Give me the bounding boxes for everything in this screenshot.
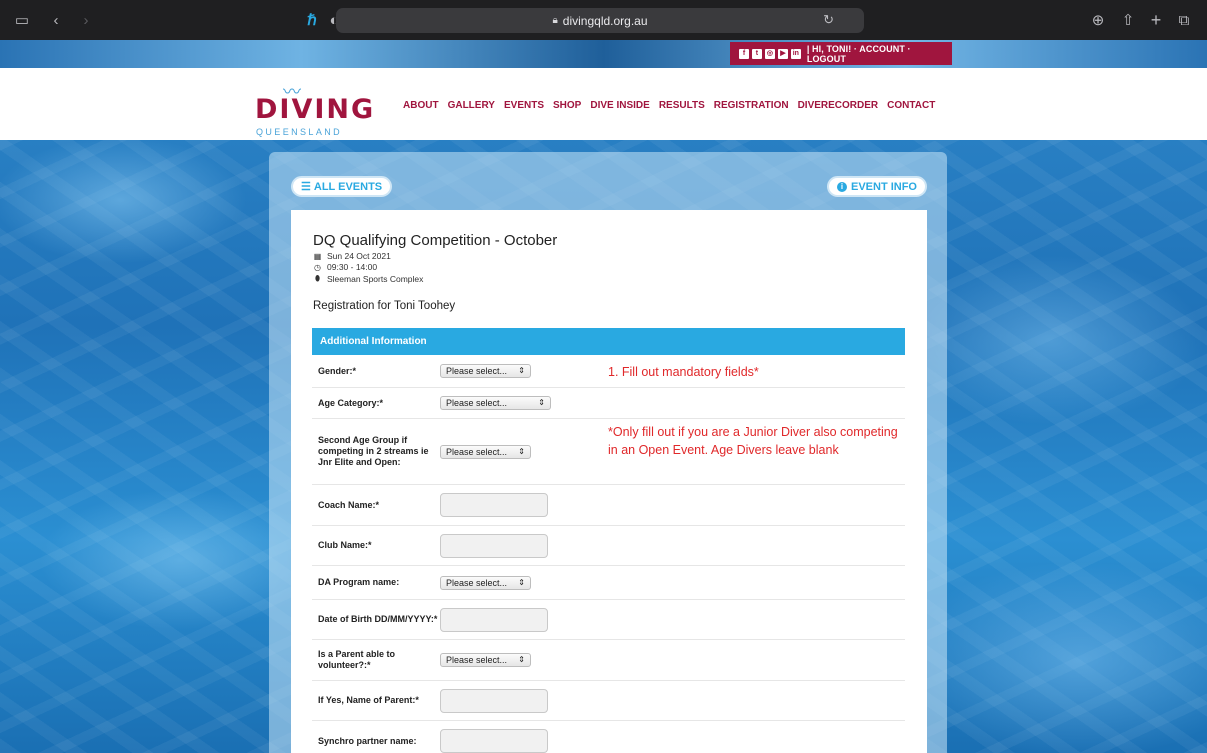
address-text: divingqld.org.au [562, 13, 648, 28]
parent-name-label: If Yes, Name of Parent:* [318, 695, 419, 705]
row-parent-name: If Yes, Name of Parent:* [312, 681, 905, 721]
annotation-mandatory: 1. Fill out mandatory fields* [608, 365, 759, 379]
lock-icon: 🔒︎ [552, 15, 558, 26]
facebook-icon[interactable]: f [739, 48, 749, 59]
extension-icon[interactable]: ℏ [302, 10, 322, 30]
nav-about[interactable]: ABOUT [403, 100, 439, 111]
select-arrows-icon: ⇕ [518, 655, 525, 664]
form-section-header: Additional Information [312, 328, 905, 355]
logo-text: DIVING [255, 94, 376, 125]
row-synchro-partner: Synchro partner name: [312, 721, 905, 753]
account-links[interactable]: | HI, TONI! · ACCOUNT · LOGOUT [807, 44, 952, 64]
site-header: 〰 DIVING QUEENSLAND ABOUT GALLERY EVENTS… [0, 68, 1207, 140]
reload-icon[interactable]: ↻ [823, 12, 834, 28]
tab-overview-icon[interactable]: ⧉ [1174, 10, 1194, 30]
event-title: DQ Qualifying Competition - October [313, 232, 558, 249]
gender-select[interactable]: Please select... ⇕ [440, 364, 531, 378]
share-icon[interactable]: ⇧ [1118, 10, 1138, 30]
select-arrows-icon: ⇕ [518, 577, 525, 587]
row-age-category: Age Category:* Please select... ⇕ [312, 388, 905, 419]
top-banner [0, 40, 1207, 68]
event-time-text: 09:30 - 14:00 [327, 262, 378, 272]
address-bar[interactable]: 🔒︎ divingqld.org.au ↻ [336, 8, 864, 33]
row-coach-name: Coach Name:* [312, 485, 905, 526]
nav-diverecorder[interactable]: DIVERECORDER [798, 100, 879, 111]
coach-name-input[interactable] [440, 493, 548, 517]
event-venue-text: Sleeman Sports Complex [327, 274, 424, 284]
new-tab-icon[interactable]: + [1146, 10, 1166, 30]
gender-label: Gender:* [318, 365, 357, 376]
registration-for: Registration for Toni Toohey [313, 300, 456, 312]
age-category-label: Age Category:* [318, 397, 384, 408]
parent-volunteer-select[interactable]: Please select... ⇕ [440, 653, 531, 667]
clock-icon: ◷ [314, 262, 321, 272]
parent-volunteer-label: Is a Parent able to volunteer?:* [318, 649, 396, 670]
synchro-partner-input[interactable] [440, 729, 548, 753]
event-date: ▦ Sun 24 Oct 2021 [313, 251, 391, 261]
youtube-icon[interactable]: ▶ [777, 48, 788, 59]
map-pin-icon: ⬮ [314, 274, 321, 283]
instagram-icon[interactable]: ◎ [764, 48, 775, 59]
site-logo[interactable]: 〰 DIVING QUEENSLAND [255, 78, 385, 137]
da-program-select[interactable]: Please select... ⇕ [440, 575, 531, 590]
list-icon: ☰ [301, 181, 311, 193]
nav-events[interactable]: EVENTS [504, 100, 544, 111]
nav-registration[interactable]: REGISTRATION [714, 100, 789, 111]
back-icon[interactable]: ‹ [46, 10, 66, 30]
row-parent-volunteer: Is a Parent able to volunteer?:* Please … [312, 640, 905, 681]
event-panel: ☰ ALL EVENTS i EVENT INFO DQ Qualifying … [269, 152, 947, 753]
forward-icon[interactable]: › [76, 10, 96, 30]
parent-name-input[interactable] [440, 688, 548, 713]
twitter-icon[interactable]: t [751, 48, 762, 59]
select-arrows-icon: ⇕ [518, 446, 525, 456]
dob-input[interactable] [440, 607, 548, 632]
registration-card: DQ Qualifying Competition - October ▦ Su… [291, 210, 927, 753]
page: f t ◎ ▶ in | HI, TONI! · ACCOUNT · LOGOU… [0, 40, 1207, 753]
all-events-button[interactable]: ☰ ALL EVENTS [291, 176, 393, 197]
linkedin-icon[interactable]: in [790, 48, 801, 59]
club-name-input[interactable] [440, 533, 548, 558]
download-icon[interactable]: ⊕ [1088, 10, 1108, 30]
annotation-second-age-group: *Only fill out if you are a Junior Diver… [608, 425, 898, 457]
all-events-label: ALL EVENTS [313, 180, 383, 193]
synchro-partner-label: Synchro partner name: [318, 735, 417, 746]
age-category-select[interactable]: Please select... ⇕ [440, 396, 551, 410]
coach-name-label: Coach Name:* [318, 499, 380, 510]
second-age-group-select[interactable]: Please select... ⇕ [440, 444, 531, 459]
main-nav: ABOUT GALLERY EVENTS SHOP DIVE INSIDE RE… [403, 100, 935, 111]
row-club-name: Club Name:* [312, 526, 905, 566]
club-name-label: Club Name:* [318, 540, 372, 550]
nav-shop[interactable]: SHOP [553, 100, 581, 111]
nav-dive-inside[interactable]: DIVE INSIDE [590, 100, 649, 111]
event-date-text: Sun 24 Oct 2021 [327, 251, 391, 261]
nav-results[interactable]: RESULTS [659, 100, 705, 111]
account-bar: f t ◎ ▶ in | HI, TONI! · ACCOUNT · LOGOU… [730, 42, 952, 65]
sidebar-toggle-icon[interactable]: ▭ [12, 10, 32, 30]
event-info-button[interactable]: i EVENT INFO [826, 176, 927, 197]
row-da-program: DA Program name: Please select... ⇕ [312, 566, 905, 600]
second-age-group-label: Second Age Group if competing in 2 strea… [318, 435, 429, 467]
row-dob: Date of Birth DD/MM/YYYY:* [312, 600, 905, 640]
select-arrows-icon: ⇕ [518, 366, 525, 375]
logo-subtext: QUEENSLAND [256, 127, 343, 137]
event-info-label: EVENT INFO [850, 180, 917, 193]
info-icon: i [836, 181, 847, 192]
dob-label: Date of Birth DD/MM/YYYY:* [318, 614, 438, 624]
event-venue: ⬮ Sleeman Sports Complex [313, 274, 423, 284]
da-program-label: DA Program name: [318, 577, 400, 587]
calendar-icon: ▦ [313, 251, 322, 261]
browser-toolbar: ▭ ‹ › ℏ ◐ 🔒︎ divingqld.org.au ↻ ⊕ ⇧ + ⧉ [0, 0, 1207, 40]
nav-gallery[interactable]: GALLERY [448, 100, 495, 111]
event-time: ◷ 09:30 - 14:00 [313, 262, 377, 272]
nav-contact[interactable]: CONTACT [887, 100, 935, 111]
select-arrows-icon: ⇕ [538, 398, 545, 407]
registration-form: Additional Information Gender:* Please s… [312, 328, 905, 753]
